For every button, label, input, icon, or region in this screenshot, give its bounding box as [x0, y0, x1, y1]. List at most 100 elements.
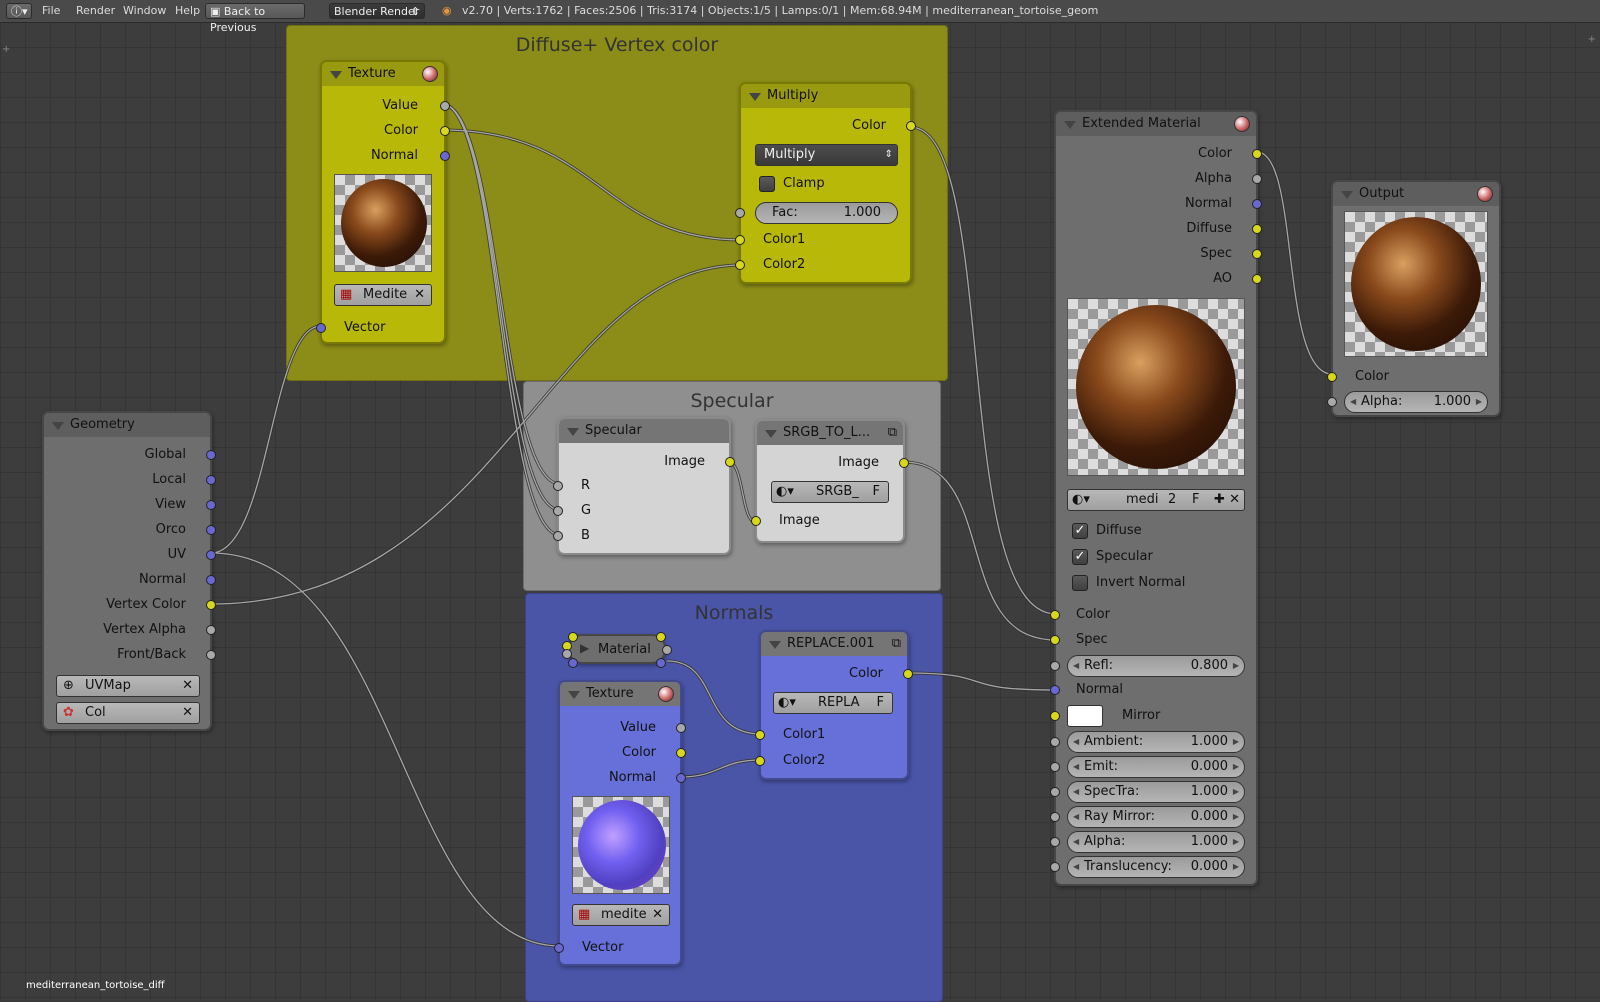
socket-diffuse-out[interactable]: [1252, 224, 1262, 234]
node-header[interactable]: Geometry: [44, 413, 210, 437]
socket-normal-out[interactable]: [440, 151, 450, 161]
socket-vector-in[interactable]: [316, 323, 326, 333]
socket-out[interactable]: [662, 645, 672, 655]
node-group-icon[interactable]: ⧉: [888, 421, 897, 445]
collapse-triangle-icon[interactable]: [1341, 191, 1353, 199]
collapse-triangle-icon[interactable]: [567, 428, 579, 436]
node-texture-normals[interactable]: Texture Value Color Normal ▦ medite ✕ Ve…: [554, 680, 686, 966]
node-group-selector[interactable]: ◐▾ SRGB_ F: [771, 481, 889, 503]
socket-color2-in[interactable]: [735, 260, 745, 270]
node-output[interactable]: Output Color ◀ Alpha: 1.000 ▶: [1327, 180, 1501, 417]
node-specular-separate[interactable]: Specular Image R G B: [553, 417, 735, 555]
collapse-triangle-icon[interactable]: [769, 641, 781, 649]
editor-type-button[interactable]: ⓘ▾: [6, 3, 32, 19]
ray-mirror-field[interactable]: ◀ Ray Mirror: 0.000 ▶: [1067, 806, 1245, 828]
back-to-previous-button[interactable]: ▣ Back to Previous: [205, 3, 305, 34]
socket-color-in[interactable]: [1327, 372, 1337, 382]
close-icon[interactable]: ✕: [182, 703, 193, 723]
socket-translucency-in[interactable]: [1050, 862, 1060, 872]
socket-image-in[interactable]: [751, 516, 761, 526]
menu-help[interactable]: Help: [175, 0, 200, 22]
close-icon[interactable]: ✕: [414, 285, 425, 305]
socket-normal-out[interactable]: [676, 773, 686, 783]
socket-normal-out[interactable]: [206, 575, 216, 585]
material-selector[interactable]: ◐▾ medi 2 F ✚ ✕: [1067, 489, 1245, 511]
menu-file[interactable]: File: [42, 0, 60, 22]
socket-color-out[interactable]: [903, 669, 913, 679]
properties-expand-icon[interactable]: +: [1588, 34, 1596, 45]
socket-alpha-in[interactable]: [1327, 397, 1337, 407]
emit-field[interactable]: ◀ Emit: 0.000 ▶: [1067, 756, 1245, 778]
close-icon[interactable]: ✕: [652, 905, 663, 925]
socket-color-in[interactable]: [1050, 610, 1060, 620]
mirror-color-swatch[interactable]: [1067, 705, 1103, 727]
socket-alpha-out[interactable]: [1252, 174, 1262, 184]
close-icon[interactable]: ✕: [182, 676, 193, 696]
material-preview-icon[interactable]: [1477, 186, 1493, 202]
node-header[interactable]: Multiply: [741, 84, 910, 108]
socket-orco-out[interactable]: [206, 525, 216, 535]
menu-render[interactable]: Render: [76, 0, 115, 22]
node-multiply[interactable]: Multiply Color Multiply ⇕ Clamp Fac: 1.0…: [735, 82, 916, 284]
socket-out[interactable]: [656, 658, 666, 668]
node-header[interactable]: Specular: [559, 419, 729, 443]
output-alpha-field[interactable]: ◀ Alpha: 1.000 ▶: [1344, 391, 1488, 413]
node-header[interactable]: REPLACE.001 ⧉: [761, 632, 907, 656]
translucency-field[interactable]: ◀ Translucency: 0.000 ▶: [1067, 856, 1245, 878]
node-srgb-to-linear[interactable]: SRGB_TO_L... ⧉ Image ◐▾ SRGB_ F Image: [751, 419, 909, 543]
node-group-selector[interactable]: ◐▾ REPLA F: [773, 692, 893, 714]
blend-mode-select[interactable]: Multiply ⇕: [755, 144, 898, 166]
socket-global-out[interactable]: [206, 450, 216, 460]
image-selector[interactable]: ▦ Medite ✕: [334, 284, 432, 306]
socket-local-out[interactable]: [206, 475, 216, 485]
vertex-color-field[interactable]: ✿ Col ✕: [56, 702, 200, 724]
add-icon[interactable]: ✚: [1214, 490, 1225, 510]
socket-color-out[interactable]: [440, 126, 450, 136]
socket-color-out[interactable]: [676, 748, 686, 758]
socket-color1-in[interactable]: [735, 235, 745, 245]
image-selector[interactable]: ▦ medite ✕: [572, 904, 670, 926]
socket-mirror-in[interactable]: [1050, 711, 1060, 721]
menu-window[interactable]: Window: [123, 0, 166, 22]
socket-color-out[interactable]: [906, 121, 916, 131]
alpha-field[interactable]: ◀ Alpha: 1.000 ▶: [1067, 831, 1245, 853]
socket-front-back-out[interactable]: [206, 650, 216, 660]
collapse-triangle-icon[interactable]: [568, 691, 580, 699]
node-replace[interactable]: REPLACE.001 ⧉ Color ◐▾ REPLA F Color1 Co…: [755, 630, 913, 780]
ambient-field[interactable]: ◀ Ambient: 1.000 ▶: [1067, 731, 1245, 753]
toolbar-expand-icon[interactable]: +: [2, 44, 10, 55]
socket-spec-in[interactable]: [1050, 635, 1060, 645]
expand-triangle-icon[interactable]: ▶: [580, 641, 589, 655]
socket-r-in[interactable]: [553, 481, 563, 491]
fake-user-button[interactable]: F: [873, 482, 880, 502]
socket-g-in[interactable]: [553, 506, 563, 516]
socket-value-out[interactable]: [440, 101, 450, 111]
socket-emit-in[interactable]: [1050, 762, 1060, 772]
socket-image-out[interactable]: [725, 457, 735, 467]
close-icon[interactable]: ✕: [1229, 490, 1240, 510]
node-material-collapsed[interactable]: ▶ Material: [562, 632, 672, 668]
socket-alpha-in[interactable]: [1050, 837, 1060, 847]
node-header[interactable]: Output: [1333, 182, 1499, 206]
fake-user-button[interactable]: F: [877, 693, 884, 713]
socket-color2-in[interactable]: [755, 756, 765, 766]
node-header[interactable]: Texture: [322, 62, 444, 86]
socket-spectra-in[interactable]: [1050, 787, 1060, 797]
node-group-icon[interactable]: ⧉: [892, 632, 901, 656]
collapse-triangle-icon[interactable]: [330, 71, 342, 79]
socket-normal-out[interactable]: [1252, 199, 1262, 209]
specular-checkbox[interactable]: ✓: [1072, 549, 1088, 565]
node-header[interactable]: Extended Material: [1056, 112, 1256, 136]
socket-ambient-in[interactable]: [1050, 737, 1060, 747]
collapse-triangle-icon[interactable]: [52, 422, 64, 430]
socket-value-out[interactable]: [676, 723, 686, 733]
fake-user-button[interactable]: F: [1192, 490, 1199, 510]
socket-vertex-alpha-out[interactable]: [206, 625, 216, 635]
socket-ao-out[interactable]: [1252, 274, 1262, 284]
socket-ray-mirror-in[interactable]: [1050, 812, 1060, 822]
node-extended-material[interactable]: Extended Material Color Alpha Normal Dif…: [1050, 110, 1262, 886]
node-header[interactable]: Texture: [560, 682, 680, 706]
collapse-triangle-icon[interactable]: [1064, 121, 1076, 129]
socket-out[interactable]: [656, 632, 666, 642]
socket-normal-in[interactable]: [1050, 685, 1060, 695]
